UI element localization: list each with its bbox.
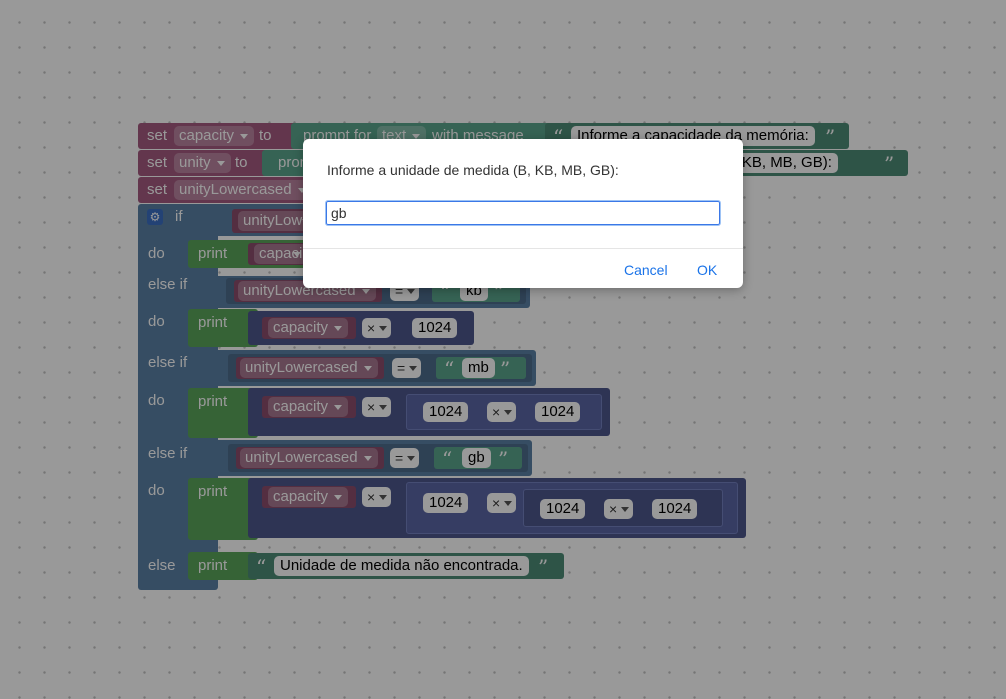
ok-button[interactable]: OK [697,262,717,278]
prompt-dialog: Informe a unidade de medida (B, KB, MB, … [303,139,743,288]
modal-overlay [0,0,1006,699]
dialog-input[interactable] [325,200,721,226]
dialog-divider [303,248,743,249]
dialog-message: Informe a unidade de medida (B, KB, MB, … [327,162,619,178]
cancel-button[interactable]: Cancel [624,262,668,278]
